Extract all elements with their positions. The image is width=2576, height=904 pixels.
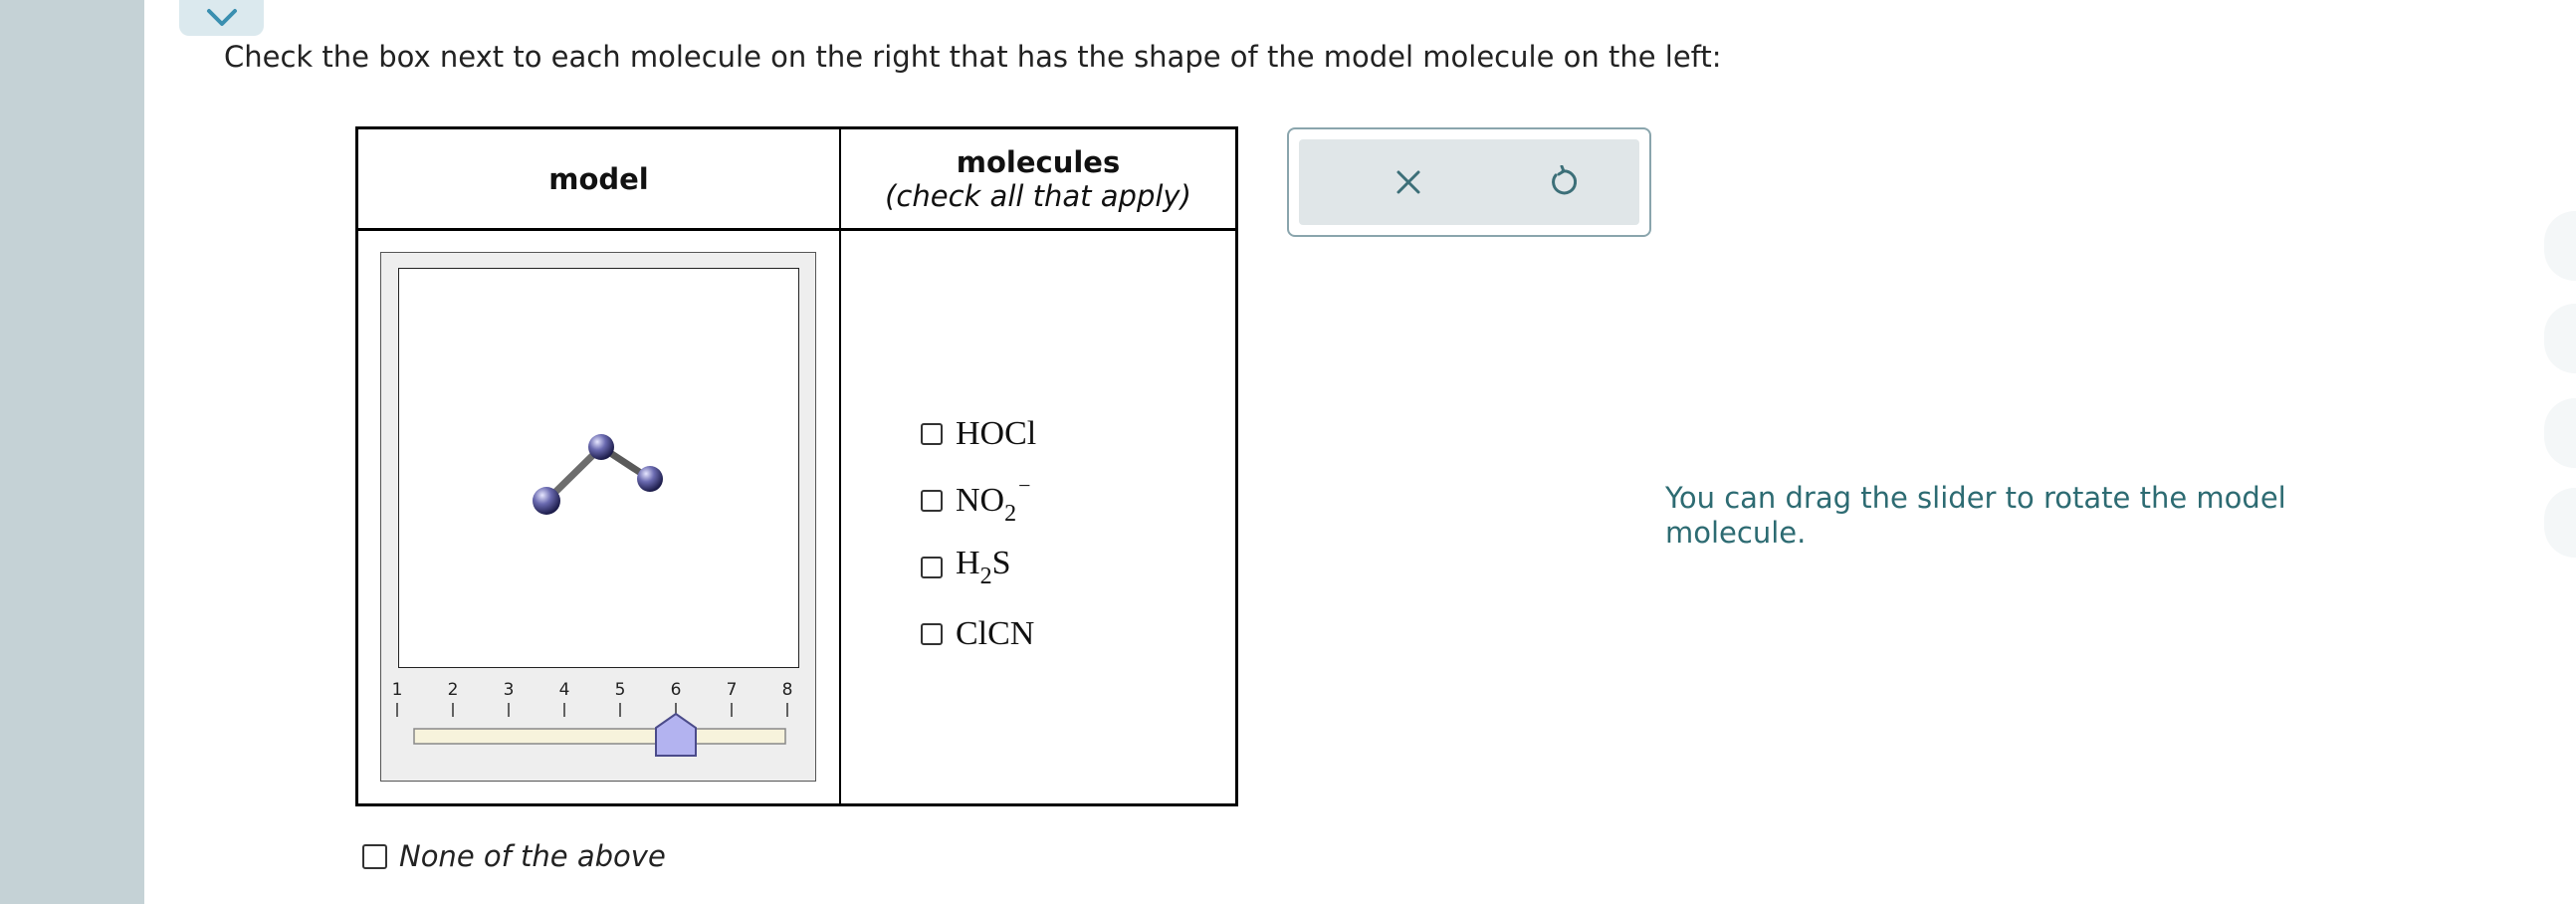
checkbox[interactable] xyxy=(362,843,387,869)
molecule-formula: HOCl xyxy=(956,414,1037,452)
molecule-option-no2[interactable]: NO2− xyxy=(921,467,1036,534)
slider-rail[interactable] xyxy=(413,728,786,745)
chevron-down-icon xyxy=(206,9,237,26)
slider-tick-label: 1 xyxy=(392,680,403,700)
molecule-list: HOCl NO2− H2S ClCN xyxy=(921,400,1036,667)
molecule-option-h2s[interactable]: H2S xyxy=(921,534,1036,600)
undo-button[interactable] xyxy=(1503,139,1622,225)
undo-icon xyxy=(1552,165,1578,195)
molecule-option-clcn[interactable]: ClCN xyxy=(921,600,1036,667)
question-table: model molecules (check all that apply) 1… xyxy=(355,126,1238,806)
model-header: model xyxy=(548,161,649,196)
slider-tick-label: 8 xyxy=(782,680,793,700)
molecules-header-subtitle: (check all that apply) xyxy=(885,178,1191,213)
slider-tick-label: 5 xyxy=(615,680,626,700)
edge-control[interactable] xyxy=(2544,398,2576,468)
model-viewer: 1 2 3 4 5 6 7 8 xyxy=(380,252,816,782)
close-icon xyxy=(1396,170,1420,194)
slider-tick-label: 3 xyxy=(504,680,515,700)
collapse-toggle[interactable] xyxy=(179,0,264,36)
slider-track[interactable]: 1 2 3 4 5 6 7 8 xyxy=(389,677,807,757)
slider-tick-label: 4 xyxy=(559,680,570,700)
atom-right xyxy=(637,466,663,492)
edge-control[interactable] xyxy=(2544,304,2576,373)
rotation-slider[interactable]: 1 2 3 4 5 6 7 8 xyxy=(389,677,807,757)
molecule-model xyxy=(533,434,663,515)
slider-tick-label: 7 xyxy=(727,680,738,700)
atom-left xyxy=(533,487,560,515)
molecule-option-hocl[interactable]: HOCl xyxy=(921,400,1036,467)
slider-tick-label: 6 xyxy=(671,680,682,700)
slider-thumb[interactable] xyxy=(655,712,697,757)
model-canvas[interactable] xyxy=(398,268,799,668)
molecule-formula: NO2− xyxy=(956,473,1031,527)
molecule-formula: ClCN xyxy=(956,614,1035,652)
none-of-the-above-label: None of the above xyxy=(399,839,666,873)
checkbox[interactable] xyxy=(921,489,943,512)
edge-control[interactable] xyxy=(2544,488,2576,558)
edge-control[interactable] xyxy=(2544,211,2576,281)
left-rail xyxy=(0,0,144,904)
header-divider xyxy=(358,228,1235,231)
action-bar xyxy=(1299,139,1639,225)
none-of-the-above-option[interactable]: None of the above xyxy=(362,839,666,873)
atom-center xyxy=(588,434,614,460)
molecules-header-title: molecules xyxy=(956,144,1121,179)
slider-hint: You can drag the slider to rotate the mo… xyxy=(1665,481,2286,550)
molecules-header: molecules (check all that apply) xyxy=(841,129,1235,228)
clear-button[interactable] xyxy=(1349,139,1468,225)
checkbox[interactable] xyxy=(921,556,943,578)
question-prompt: Check the box next to each molecule on t… xyxy=(224,40,1722,74)
molecule-formula: H2S xyxy=(956,544,1011,589)
checkbox[interactable] xyxy=(921,622,943,645)
checkbox[interactable] xyxy=(921,422,943,445)
answer-actions xyxy=(1287,127,1651,237)
slider-tick-label: 2 xyxy=(448,680,459,700)
